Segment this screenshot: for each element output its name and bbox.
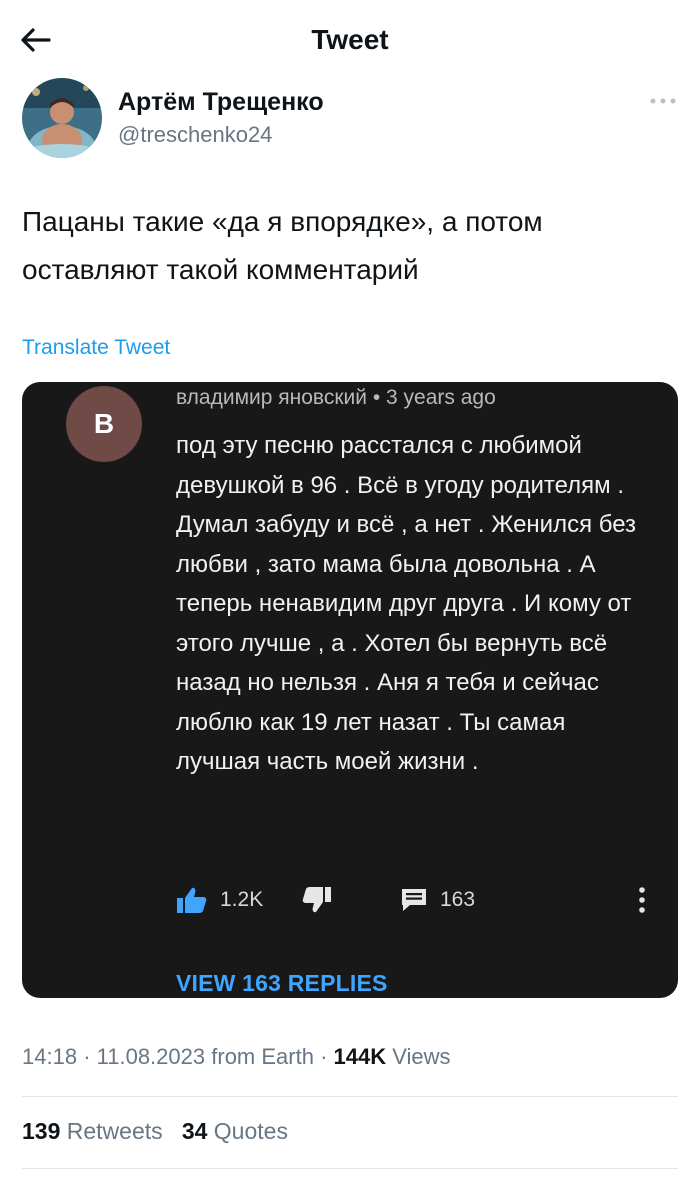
- retweets-count: 139: [22, 1118, 61, 1144]
- tweet-source: from Earth: [211, 1044, 314, 1069]
- like-count: 1.2K: [220, 888, 264, 911]
- more-options-button[interactable]: [648, 92, 678, 110]
- page-title: Tweet: [311, 24, 389, 55]
- more-vertical-icon: [639, 887, 645, 913]
- tweet-text: Пацаны такие «да я впорядке», а потом ос…: [22, 206, 543, 285]
- quotes-count: 34: [181, 1118, 208, 1144]
- more-horizontal-icon: [650, 98, 676, 104]
- divider: [22, 1096, 678, 1097]
- dot-separator: ·: [320, 1044, 334, 1069]
- views-count: 144K: [333, 1044, 387, 1069]
- tweet-media-image[interactable]: B владимир яновский • 3 years ago под эт…: [22, 382, 678, 998]
- commenter-avatar: B: [66, 386, 142, 462]
- tweet-time: 14:18: [22, 1044, 78, 1069]
- comment-text: под эту песню расстался с любимой девушк…: [176, 432, 637, 775]
- quotes-label: Quotes: [213, 1118, 288, 1144]
- view-replies-label: VIEW 163 REPLIES: [176, 970, 388, 996]
- tweet-timestamp: 14:18 · 11.08.2023 from Earth · 144K Vie…: [22, 1044, 451, 1070]
- tweet-stats: 139 Retweets 34 Quotes: [22, 1118, 288, 1145]
- quotes-stat[interactable]: 34 Quotes: [182, 1118, 288, 1144]
- tweet-date: 11.08.2023: [96, 1044, 206, 1069]
- author-handle: @treschenko24: [118, 122, 273, 147]
- top-bar: Tweet: [0, 0, 700, 80]
- dot-separator: ·: [83, 1044, 97, 1069]
- retweets-label: Retweets: [66, 1118, 163, 1144]
- views-label: Views: [392, 1044, 451, 1069]
- comment-time: 3 years ago: [386, 386, 496, 409]
- retweets-stat[interactable]: 139 Retweets: [22, 1118, 169, 1144]
- tweet-author: Артём Трещенко @treschenko24: [22, 78, 682, 160]
- thumbs-down-icon: [302, 887, 331, 913]
- replies-action: 163: [400, 882, 475, 918]
- comment-icon: [402, 889, 426, 911]
- commenter-name: владимир яновский: [176, 386, 367, 409]
- dislike-action: [302, 882, 332, 918]
- comment-menu: [638, 882, 646, 918]
- user-photo-avatar: [22, 78, 102, 158]
- author-name[interactable]: Артём Трещенко: [118, 88, 324, 117]
- meta-separator: •: [372, 386, 387, 409]
- comment-meta: владимир яновский • 3 years ago: [176, 386, 496, 410]
- translate-tweet-link[interactable]: Translate Tweet: [22, 336, 170, 360]
- comment-actions: 1.2K 163: [176, 882, 656, 922]
- thumbs-up-icon: [177, 887, 207, 913]
- author-avatar[interactable]: [22, 78, 102, 158]
- replies-count: 163: [440, 888, 476, 911]
- divider: [22, 1168, 678, 1169]
- like-action: 1.2K: [176, 882, 263, 918]
